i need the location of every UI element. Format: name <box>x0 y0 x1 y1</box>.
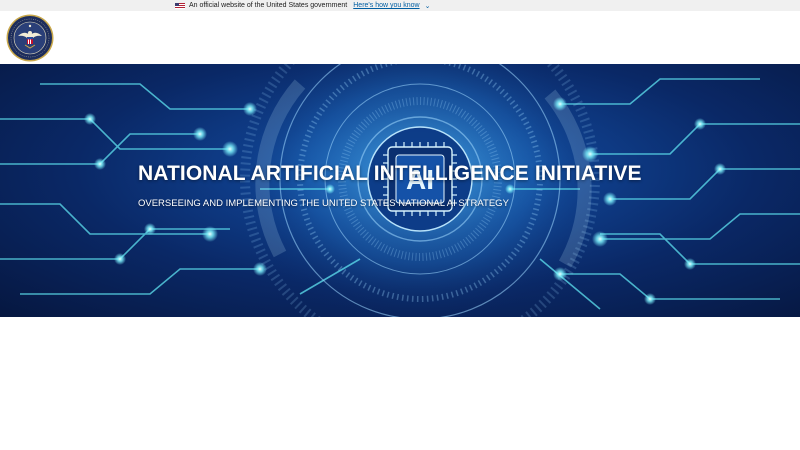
presidential-seal-icon <box>6 14 54 62</box>
us-flag-icon <box>175 2 185 9</box>
heres-how-you-know-link[interactable]: Here's how you know <box>353 2 419 9</box>
gov-banner: An official website of the United States… <box>0 0 800 11</box>
main-content <box>0 317 800 450</box>
hero-banner: AI NATIONAL ARTIFICIAL INTELLIGENCE INIT… <box>0 64 800 317</box>
site-header <box>0 11 800 64</box>
circuit-chip-icon: AI <box>0 64 800 317</box>
gov-banner-text: An official website of the United States… <box>189 2 348 9</box>
chevron-down-icon[interactable]: ⌄ <box>425 2 431 10</box>
hero-title: NATIONAL ARTIFICIAL INTELLIGENCE INITIAT… <box>138 162 642 185</box>
home-logo-link[interactable] <box>6 14 54 62</box>
hero-subtitle: OVERSEEING AND IMPLEMENTING THE UNITED S… <box>138 198 509 209</box>
